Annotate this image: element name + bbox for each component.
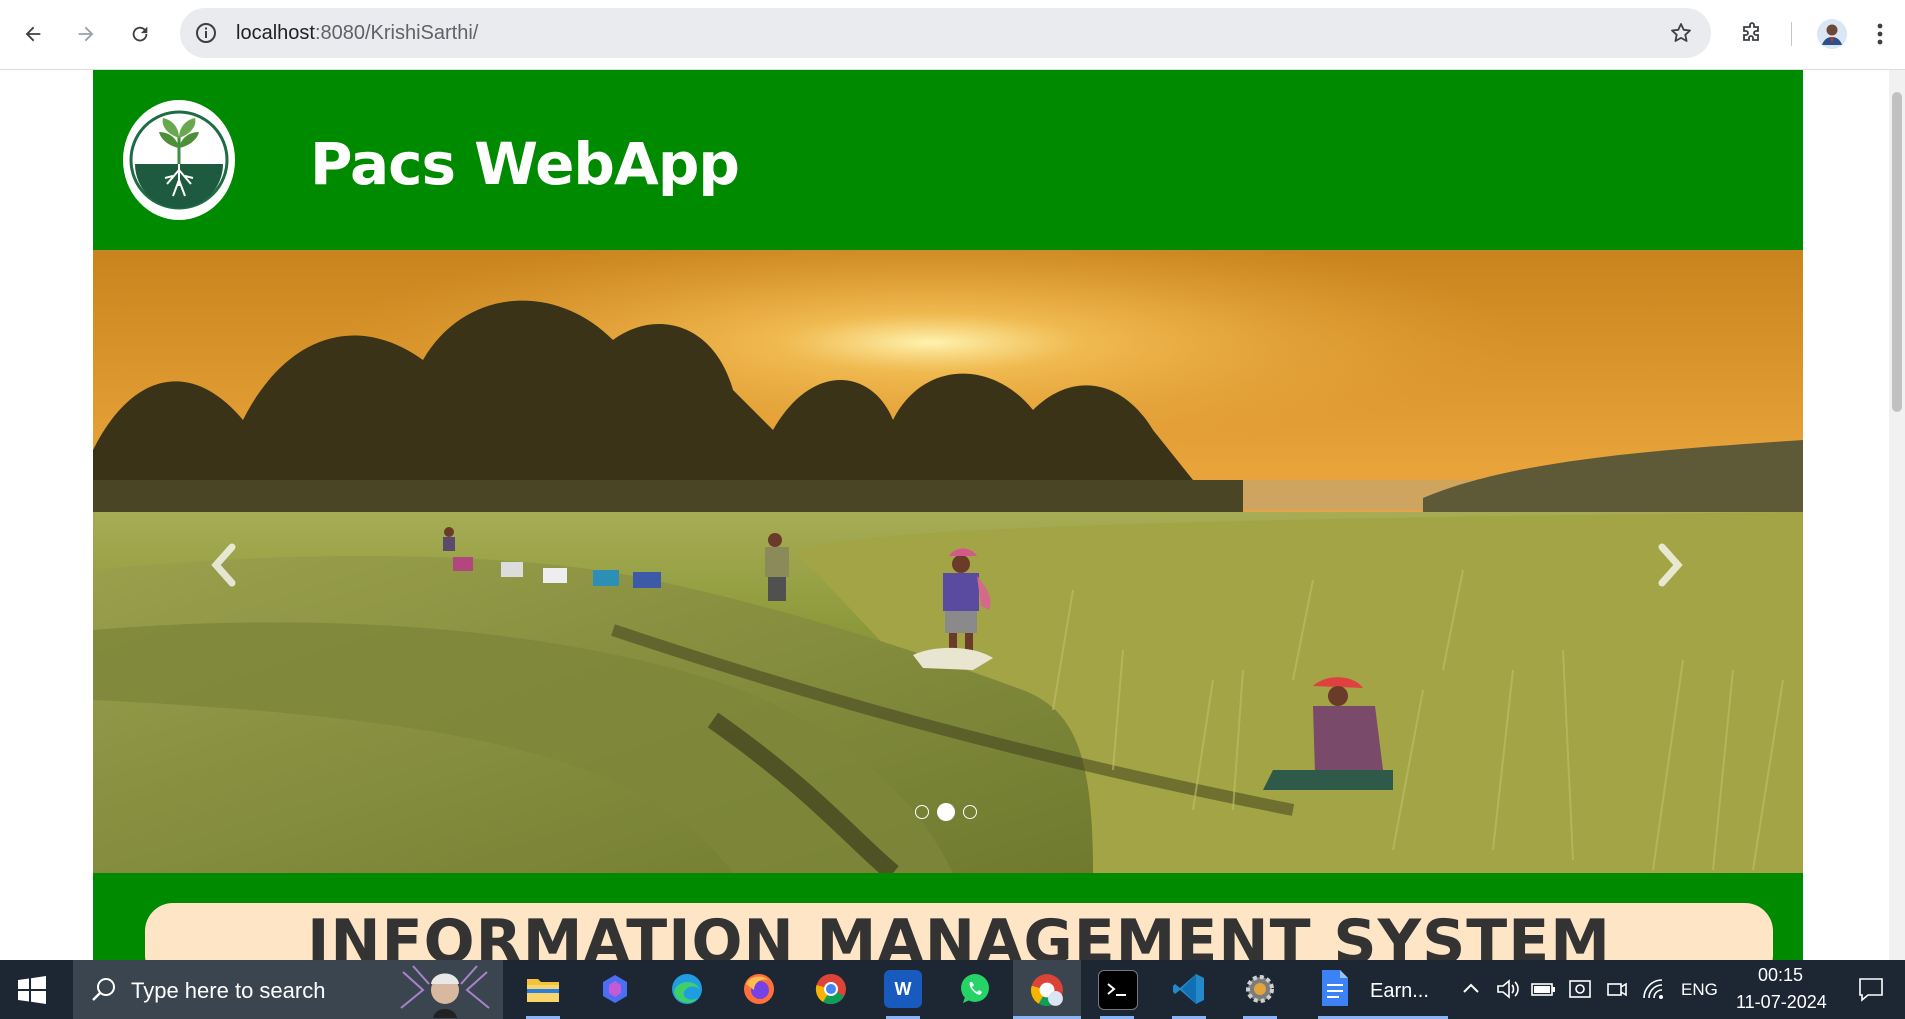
edge-browser-icon[interactable]	[668, 970, 706, 1008]
copilot-icon[interactable]	[596, 970, 634, 1008]
page-viewport: Pacs WebApp INFORMATION MANAGEMENT SYSTE…	[0, 70, 1905, 960]
settings-app-icon[interactable]	[1241, 970, 1279, 1008]
carousel-indicators	[915, 803, 977, 821]
carousel-indicator-3[interactable]	[963, 805, 977, 819]
url-host: localhost	[236, 22, 315, 44]
taskbar: Type here to search W Earn... ENG 00:15 …	[0, 960, 1905, 1019]
edge-icon	[672, 974, 702, 1004]
info-banner-text: INFORMATION MANAGEMENT SYSTEM	[307, 907, 1611, 960]
taskbar-search-box[interactable]: Type here to search	[73, 960, 503, 1019]
chrome-profile-icon	[1030, 974, 1063, 1007]
extensions-button[interactable]	[1734, 16, 1770, 52]
url-text[interactable]: localhost:8080/KrishiSarthi/	[236, 20, 478, 46]
carousel-slide-image	[93, 250, 1803, 873]
windows-logo-icon	[18, 976, 46, 1004]
firefox-logo-icon	[744, 974, 774, 1004]
copilot-hex-icon	[603, 975, 627, 1003]
reload-icon	[132, 26, 148, 42]
show-hidden-icons-chevron-icon[interactable]	[1462, 982, 1480, 994]
chevron-right-icon	[1658, 543, 1683, 587]
site-container: Pacs WebApp INFORMATION MANAGEMENT SYSTE…	[93, 70, 1803, 960]
whatsapp-logo-icon	[961, 974, 989, 1003]
whatsapp-icon[interactable]	[956, 970, 994, 1008]
input-language-indicator[interactable]: ENG	[1681, 980, 1718, 1000]
url-path: :8080/KrishiSarthi/	[314, 22, 479, 44]
reload-button[interactable]	[122, 16, 158, 52]
screen-share-icon[interactable]	[1568, 978, 1592, 1000]
carousel-prev-button[interactable]	[193, 535, 253, 595]
word-icon[interactable]: W	[884, 970, 922, 1008]
back-button[interactable]	[15, 16, 51, 52]
notification-center-icon[interactable]	[1858, 976, 1884, 1002]
terminal-icon[interactable]	[1098, 970, 1138, 1010]
carousel-indicator-2-active[interactable]	[937, 803, 955, 821]
bookmark-star-icon[interactable]	[1669, 21, 1693, 45]
document-icon	[1322, 970, 1348, 1006]
carousel-next-button[interactable]	[1641, 535, 1701, 595]
gear-icon	[1246, 975, 1274, 1003]
folder-icon	[527, 979, 559, 1002]
browser-toolbar: localhost:8080/KrishiSarthi/	[0, 0, 1905, 70]
search-highlight-image-icon	[393, 962, 497, 1018]
start-button[interactable]	[18, 976, 46, 1008]
chrome-icon[interactable]	[812, 970, 850, 1008]
puzzle-piece-icon	[1743, 22, 1759, 41]
camera-icon[interactable]	[1606, 978, 1628, 1000]
chrome-profile-taskbar-button[interactable]	[1013, 960, 1081, 1019]
carousel-indicator-1[interactable]	[915, 805, 929, 819]
info-banner: INFORMATION MANAGEMENT SYSTEM	[145, 903, 1773, 960]
firefox-icon[interactable]	[740, 970, 778, 1008]
image-carousel[interactable]	[93, 250, 1803, 873]
file-explorer-icon[interactable]	[524, 970, 562, 1008]
taskbar-search-placeholder: Type here to search	[131, 978, 326, 1003]
scrollbar-thumb[interactable]	[1892, 92, 1902, 412]
search-icon	[92, 978, 115, 1001]
vscode-logo-icon	[1173, 974, 1204, 1004]
avatar-icon	[1817, 19, 1847, 49]
speaker-icon[interactable]	[1496, 978, 1520, 1000]
taskbar-clock-date[interactable]: 11-07-2024	[1736, 992, 1827, 1013]
wifi-icon[interactable]	[1640, 978, 1666, 1000]
profile-avatar[interactable]	[1814, 16, 1850, 52]
three-dots-vertical-icon	[1877, 23, 1883, 45]
vscode-icon[interactable]	[1170, 970, 1208, 1008]
forward-arrow-icon	[78, 26, 94, 42]
chevron-left-icon	[211, 543, 236, 587]
command-prompt-icon	[1107, 983, 1126, 996]
battery-icon[interactable]	[1530, 980, 1556, 998]
toolbar-divider	[1791, 22, 1792, 46]
address-bar[interactable]: localhost:8080/KrishiSarthi/	[180, 8, 1711, 58]
chrome-logo-icon	[815, 974, 846, 1005]
browser-menu-button[interactable]	[1862, 16, 1898, 52]
forward-button[interactable]	[68, 16, 104, 52]
document-app-label: Earn...	[1370, 980, 1429, 1002]
plant-roots-logo-icon	[129, 110, 229, 210]
site-header: Pacs WebApp	[93, 70, 1803, 250]
site-title: Pacs WebApp	[310, 130, 740, 198]
taskbar-clock-time[interactable]: 00:15	[1758, 965, 1803, 986]
info-band: INFORMATION MANAGEMENT SYSTEM	[93, 873, 1803, 960]
back-arrow-icon	[25, 26, 41, 42]
page-scrollbar[interactable]	[1889, 70, 1905, 960]
site-info-icon[interactable]	[194, 21, 218, 45]
site-logo[interactable]	[123, 100, 235, 220]
